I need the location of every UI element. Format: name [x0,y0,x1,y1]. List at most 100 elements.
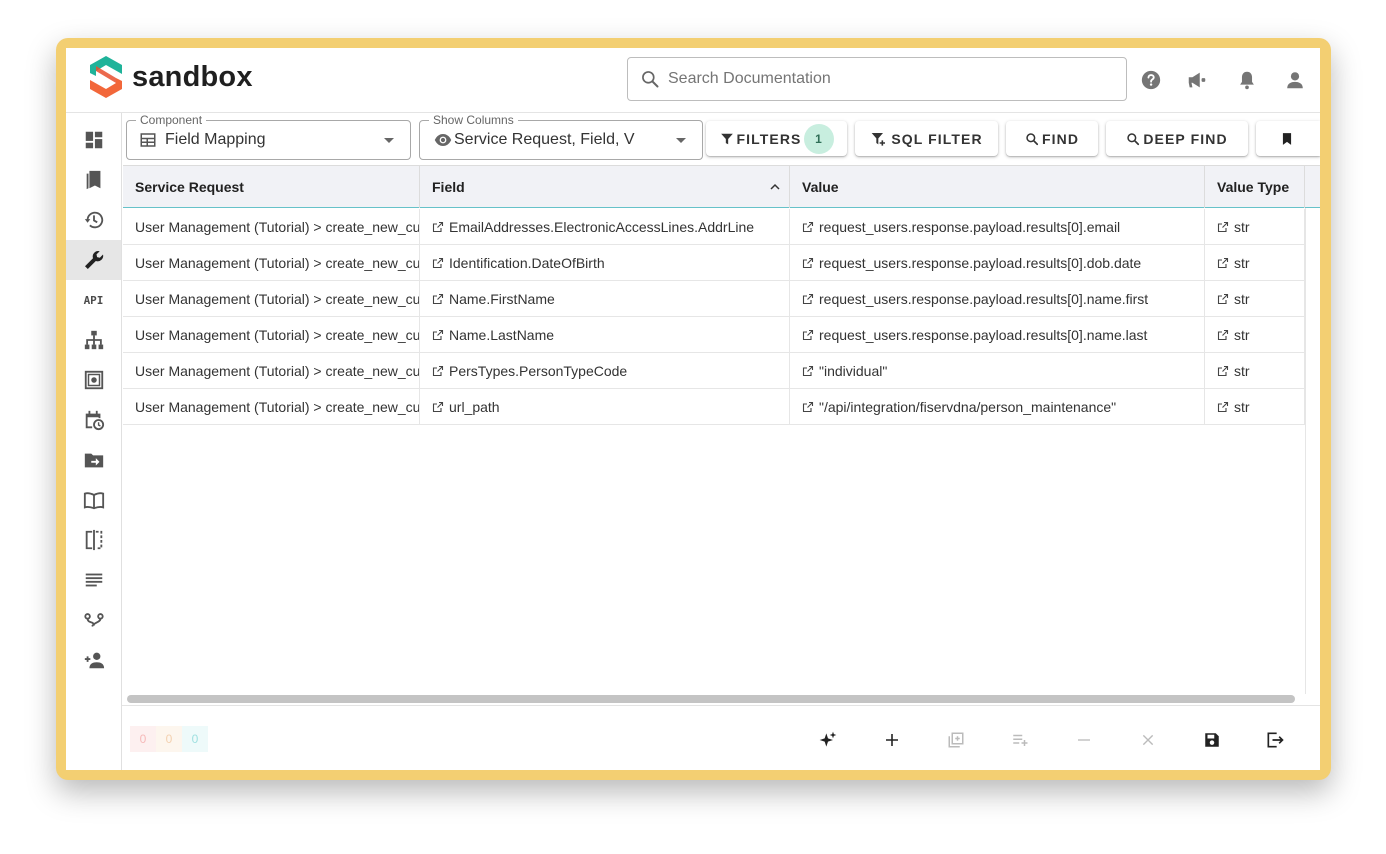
sparkle-icon [819,731,837,747]
cell-field[interactable]: EmailAddresses.ElectronicAccessLines.Add… [420,209,790,244]
column-header-field[interactable]: Field [420,166,790,208]
cell-text: EmailAddresses.ElectronicAccessLines.Add… [449,218,755,235]
account-icon[interactable] [1282,67,1308,93]
sidebar-item-folder[interactable] [66,440,121,480]
sql-filter-button[interactable]: SQL FILTER [855,121,998,156]
open-link-icon[interactable] [802,329,814,341]
sidebar-item-api[interactable]: API [66,280,121,320]
cell-field[interactable]: Name.FirstName [420,281,790,316]
sidebar-item-compare[interactable] [66,520,121,560]
table-row[interactable]: User Management (Tutorial) > create_new_… [123,353,1305,389]
save-button[interactable] [1200,728,1224,752]
sidebar-item-tour[interactable] [66,600,121,640]
cell-value[interactable]: request_users.response.payload.results[0… [790,209,1205,244]
open-link-icon[interactable] [1217,257,1229,269]
open-link-icon[interactable] [432,365,444,377]
table-row[interactable]: User Management (Tutorial) > create_new_… [123,209,1305,245]
open-link-icon[interactable] [802,293,814,305]
cell-service-request[interactable]: User Management (Tutorial) > create_new_… [123,281,420,316]
cell-service-request[interactable]: User Management (Tutorial) > create_new_… [123,245,420,280]
notifications-icon[interactable] [1234,67,1260,93]
cell-value-type[interactable]: str [1205,353,1305,388]
sidebar-item-safe[interactable] [66,360,121,400]
filters-count-badge: 1 [803,123,834,154]
open-link-icon[interactable] [432,329,444,341]
cell-value[interactable]: request_users.response.payload.results[0… [790,245,1205,280]
bookmark-button[interactable] [1256,121,1320,156]
cell-service-request[interactable]: User Management (Tutorial) > create_new_… [123,389,420,424]
cell-value[interactable]: "individual" [790,353,1205,388]
open-link-icon[interactable] [802,365,814,377]
horizontal-scrollbar[interactable] [127,695,1295,703]
book-open-icon [83,492,104,510]
plus-icon [886,734,898,746]
cell-service-request[interactable]: User Management (Tutorial) > create_new_… [123,209,420,244]
duplicate-row-button[interactable] [944,728,968,752]
announcement-icon[interactable] [1184,67,1210,93]
show-columns-value: Service Request, Field, V [454,131,635,148]
open-link-icon[interactable] [1217,221,1229,233]
column-header-value-type[interactable]: Value Type [1205,166,1305,208]
cell-value-type[interactable]: str [1205,389,1305,424]
component-select-value: Field Mapping [165,131,266,148]
cancel-button[interactable] [1136,728,1160,752]
cell-value-type[interactable]: str [1205,281,1305,316]
find-button[interactable]: FIND [1006,121,1098,156]
table-row[interactable]: User Management (Tutorial) > create_new_… [123,245,1305,281]
sort-ascending-icon[interactable] [769,181,781,193]
sidebar-item-add-user[interactable] [66,640,121,680]
filters-button[interactable]: FILTERS 1 [706,121,847,156]
cell-field[interactable]: Identification.DateOfBirth [420,245,790,280]
component-select[interactable]: Component Field Mapping [126,113,411,160]
cell-service-request[interactable]: User Management (Tutorial) > create_new_… [123,353,420,388]
insert-rows-button[interactable] [1008,728,1032,752]
help-icon[interactable] [1138,67,1164,93]
cell-field[interactable]: PersTypes.PersonTypeCode [420,353,790,388]
sidebar-item-sitemap[interactable] [66,320,121,360]
open-link-icon[interactable] [1217,365,1229,377]
sidebar-item-tools[interactable] [66,240,121,280]
duplicate-icon [948,732,964,748]
export-button[interactable] [1263,728,1287,752]
deep-find-button[interactable]: DEEP FIND [1106,121,1248,156]
sidebar-item-dashboard[interactable] [66,120,121,160]
column-header-service-request[interactable]: Service Request [123,166,420,208]
logo[interactable]: sandbox [86,54,253,100]
remove-row-button[interactable] [1072,728,1096,752]
open-link-icon[interactable] [802,401,814,413]
bookmark-icon [1282,132,1291,145]
open-link-icon[interactable] [1217,329,1229,341]
sidebar-item-docs[interactable] [66,480,121,520]
sidebar-item-bookmarks[interactable] [66,160,121,200]
table-row[interactable]: User Management (Tutorial) > create_new_… [123,389,1305,425]
cell-value[interactable]: "/api/integration/fiservdna/person_maint… [790,389,1205,424]
open-link-icon[interactable] [432,401,444,413]
search-box[interactable] [627,57,1127,101]
sidebar-item-logs[interactable] [66,560,121,600]
table-row[interactable]: User Management (Tutorial) > create_new_… [123,317,1305,353]
cell-service-request[interactable]: User Management (Tutorial) > create_new_… [123,317,420,352]
open-link-icon[interactable] [432,221,444,233]
cell-field[interactable]: Name.LastName [420,317,790,352]
search-input[interactable] [668,70,1098,88]
cell-field[interactable]: url_path [420,389,790,424]
sidebar-item-history[interactable] [66,200,121,240]
cell-value-type[interactable]: str [1205,209,1305,244]
column-header-value[interactable]: Value [790,166,1205,208]
add-row-button[interactable] [880,728,904,752]
ai-sparkle-button[interactable] [816,728,840,752]
open-link-icon[interactable] [1217,293,1229,305]
open-link-icon[interactable] [432,293,444,305]
open-link-icon[interactable] [802,257,814,269]
cell-value[interactable]: request_users.response.payload.results[0… [790,281,1205,316]
sidebar-item-schedule[interactable] [66,400,121,440]
search-icon [1127,132,1140,145]
cell-value[interactable]: request_users.response.payload.results[0… [790,317,1205,352]
cell-value-type[interactable]: str [1205,245,1305,280]
open-link-icon[interactable] [1217,401,1229,413]
table-row[interactable]: User Management (Tutorial) > create_new_… [123,281,1305,317]
open-link-icon[interactable] [802,221,814,233]
cell-value-type[interactable]: str [1205,317,1305,352]
open-link-icon[interactable] [432,257,444,269]
show-columns-select[interactable]: Show Columns Service Request, Field, V [419,113,703,160]
